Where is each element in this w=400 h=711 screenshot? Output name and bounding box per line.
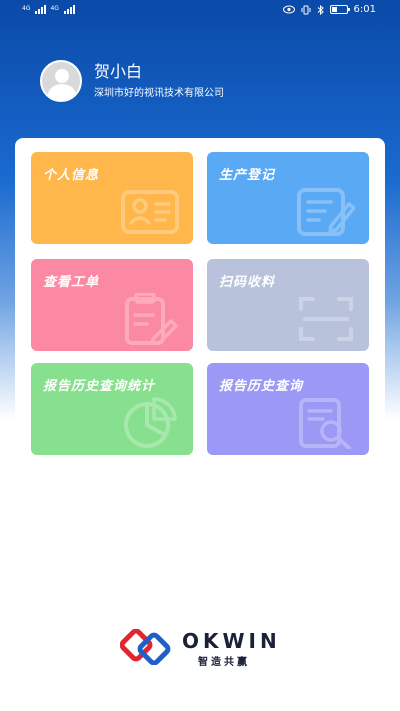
brand-name: OKWIN (182, 629, 281, 653)
user-company: 深圳市好的视讯技术有限公司 (94, 88, 224, 99)
signal-indicators: 4G 4G (22, 4, 75, 14)
brand-slogan: 智造共赢 (198, 657, 250, 668)
user-name: 贺小白 (94, 62, 143, 81)
signal-icon (35, 4, 47, 14)
bluetooth-icon (317, 4, 324, 15)
sim1-label: 4G (22, 5, 31, 12)
tile-scan-receive[interactable]: 扫码收料 (207, 259, 369, 351)
avatar-icon[interactable] (40, 60, 82, 102)
tile-label: 报告历史查询统计 (43, 379, 156, 394)
tile-label: 个人信息 (43, 168, 100, 183)
menu-card: 个人信息 生产登记 查看工单 扫码收料 报告历史查询统计 报告历史查询 (15, 138, 385, 600)
tile-view-work-orders[interactable]: 查看工单 (31, 259, 193, 351)
scan-icon (299, 297, 353, 341)
profile-text: 贺小白 深圳市好的视讯技术有限公司 (94, 61, 224, 101)
tile-label: 扫码收料 (219, 275, 276, 290)
search-document-icon (299, 398, 351, 449)
user-profile[interactable]: 贺小白 深圳市好的视讯技术有限公司 (40, 60, 224, 102)
tile-report-history-query[interactable]: 报告历史查询 (207, 363, 369, 455)
status-time: 6:01 (353, 4, 376, 15)
eye-icon (282, 5, 295, 14)
vibrate-icon (301, 5, 311, 14)
clipboard-icon (125, 293, 178, 345)
tile-label: 查看工单 (43, 275, 100, 290)
tile-label: 生产登记 (219, 168, 276, 183)
battery-icon (329, 5, 350, 14)
tile-label: 报告历史查询 (219, 379, 304, 394)
signal-icon (63, 4, 75, 14)
id-card-icon (121, 190, 179, 234)
tile-report-history-stats[interactable]: 报告历史查询统计 (31, 363, 193, 455)
tile-production-register[interactable]: 生产登记 (207, 152, 369, 244)
edit-form-icon (297, 188, 355, 236)
status-bar: 4G 4G 6:01 (0, 0, 400, 22)
pie-chart-icon (124, 397, 177, 448)
sim2-label: 4G (50, 5, 59, 12)
tile-personal-info[interactable]: 个人信息 (31, 152, 193, 244)
system-indicators: 6:01 (282, 4, 376, 15)
brand-logo: OKWIN 智造共赢 (120, 625, 290, 675)
okwin-logo-icon (120, 629, 171, 665)
